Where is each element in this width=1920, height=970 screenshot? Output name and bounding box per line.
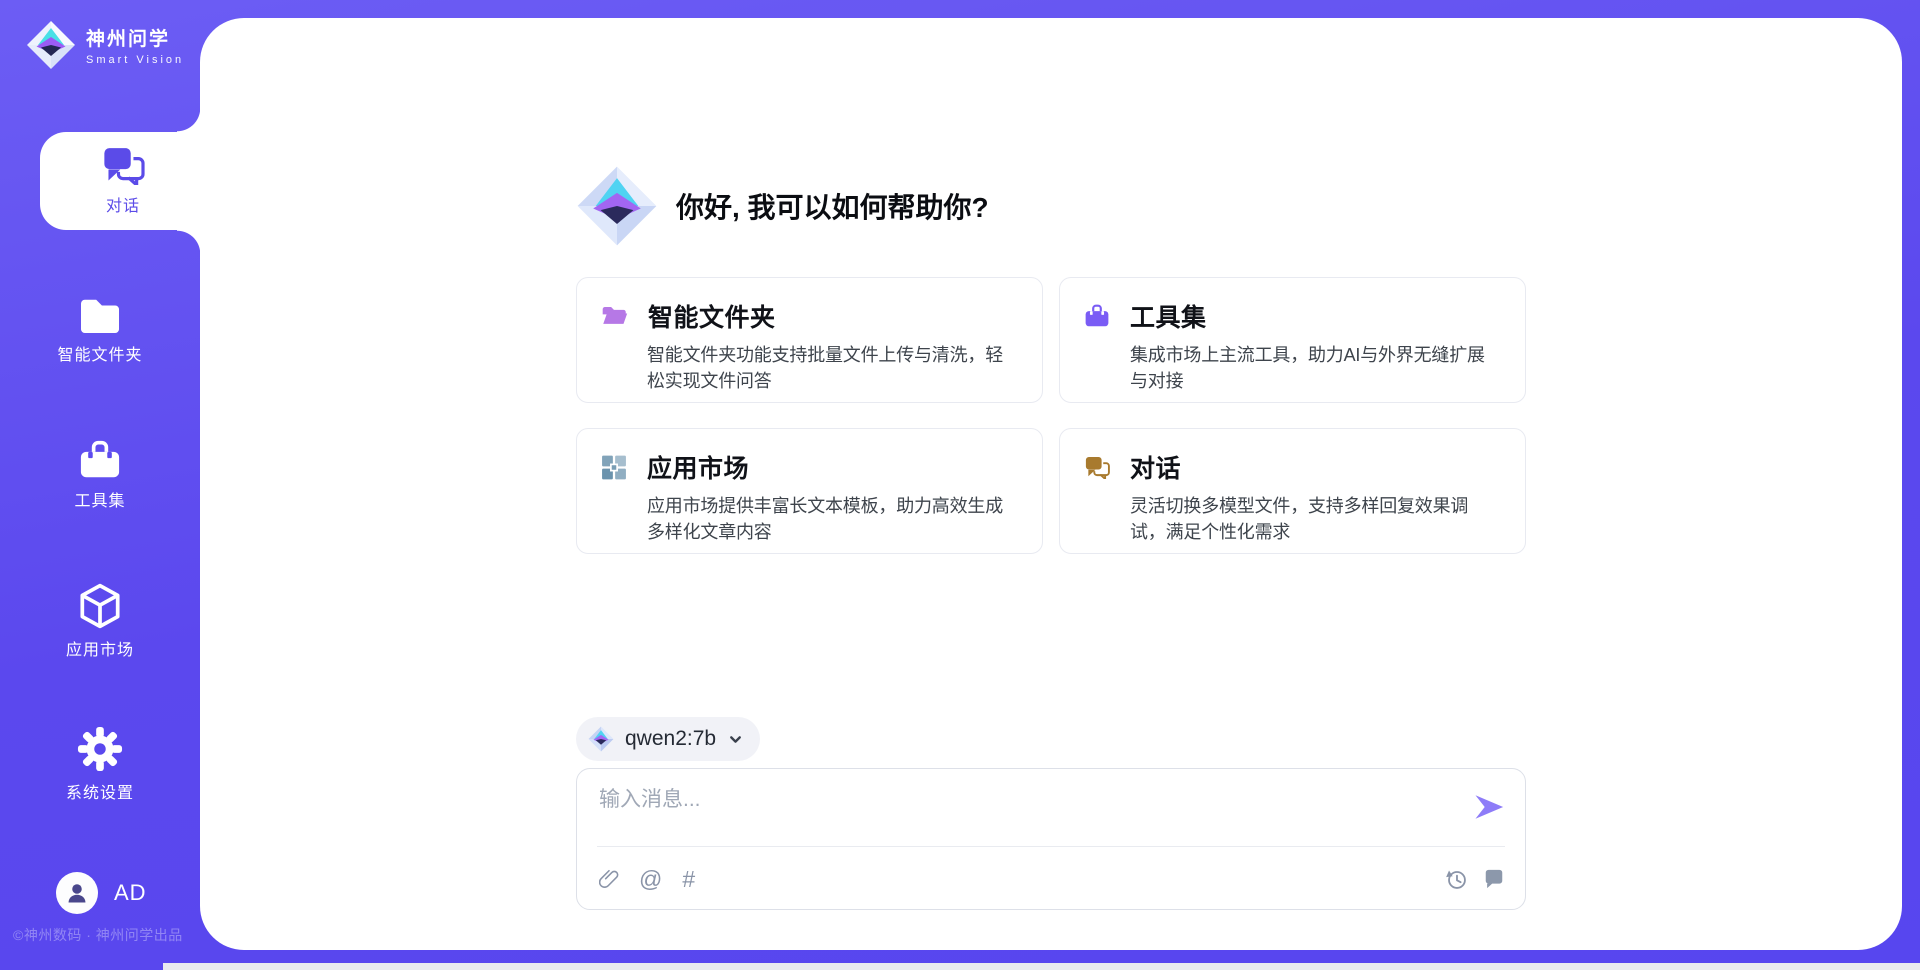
sidebar-item-label: 工具集 <box>0 487 200 511</box>
feedback-button[interactable] <box>1483 868 1505 890</box>
sidebar-item-settings[interactable]: 系统设置 <box>0 726 200 803</box>
history-button[interactable] <box>1445 868 1468 891</box>
active-tab-fillet-bottom <box>177 230 201 254</box>
active-tab-fillet-top <box>177 108 201 132</box>
user-avatar-icon <box>64 880 90 906</box>
sidebar-item-app-market[interactable]: 应用市场 <box>0 583 200 660</box>
greeting-block: 你好, 我可以如何帮助你? <box>576 18 1526 247</box>
sidebar-item-label: 智能文件夹 <box>0 341 200 365</box>
main-content: 你好, 我可以如何帮助你? 智能文件夹 智能文件夹功能支持批量文件上传与清洗，轻… <box>200 18 1902 950</box>
folder-icon <box>77 296 123 334</box>
app-logo: 神州问学 Smart Vision <box>26 20 184 70</box>
card-title: 智能文件夹 <box>648 298 776 334</box>
card-title: 对话 <box>1130 449 1181 485</box>
sidebar-footer-credit: ©神州数码 · 神州问学出品 <box>13 925 183 945</box>
diamond-logo-icon <box>588 726 614 752</box>
card-description: 智能文件夹功能支持批量文件上传与清洗，轻松实现文件问答 <box>647 342 1018 394</box>
card-description: 灵活切换多模型文件，支持多样回复效果调试，满足个性化需求 <box>1130 493 1501 545</box>
user-name: AD <box>114 880 147 906</box>
card-chat[interactable]: 对话 灵活切换多模型文件，支持多样回复效果调试，满足个性化需求 <box>1059 428 1526 554</box>
card-description: 应用市场提供丰富长文本模板，助力高效生成多样化文章内容 <box>647 493 1018 545</box>
mention-icon[interactable]: @ <box>639 868 662 891</box>
card-title: 应用市场 <box>647 449 749 485</box>
sidebar-item-label: 系统设置 <box>0 779 200 803</box>
send-button[interactable] <box>1473 792 1505 822</box>
model-name: qwen2:7b <box>625 727 716 751</box>
grid-cube-icon <box>601 455 627 480</box>
window-bottom-edge <box>163 963 1920 970</box>
cube-icon <box>78 583 122 629</box>
user-account[interactable]: AD <box>56 872 147 914</box>
brand-name: 神州问学 <box>86 24 184 51</box>
toolbox-icon <box>1084 304 1110 328</box>
attach-file-button[interactable] <box>599 868 619 891</box>
chat-icon <box>101 145 145 185</box>
diamond-logo-icon <box>26 20 76 70</box>
folder-open-icon <box>601 304 628 328</box>
diamond-logo-icon <box>576 165 658 247</box>
toolbox-icon <box>78 440 122 480</box>
sidebar-item-smart-folder[interactable]: 智能文件夹 <box>0 296 200 365</box>
brand-tagline: Smart Vision <box>86 54 184 66</box>
sidebar-item-toolset[interactable]: 工具集 <box>0 440 200 511</box>
sidebar-item-label: 应用市场 <box>0 636 200 660</box>
send-icon <box>1473 792 1505 822</box>
hash-icon[interactable]: # <box>682 868 695 891</box>
chevron-down-icon <box>727 731 744 748</box>
composer-divider <box>597 846 1505 847</box>
card-toolset[interactable]: 工具集 集成市场上主流工具，助力AI与外界无缝扩展与对接 <box>1059 277 1526 403</box>
chat-icon <box>1084 455 1110 479</box>
avatar <box>56 872 98 914</box>
card-description: 集成市场上主流工具，助力AI与外界无缝扩展与对接 <box>1130 342 1501 394</box>
feature-cards: 智能文件夹 智能文件夹功能支持批量文件上传与清洗，轻松实现文件问答 工具集 集成… <box>576 277 1526 554</box>
gear-icon <box>77 726 123 772</box>
sidebar-item-chat[interactable]: 对话 <box>40 132 206 230</box>
card-app-market[interactable]: 应用市场 应用市场提供丰富长文本模板，助力高效生成多样化文章内容 <box>576 428 1043 554</box>
greeting-title: 你好, 我可以如何帮助你? <box>676 186 989 226</box>
chat-composer: @ # <box>576 768 1526 910</box>
card-title: 工具集 <box>1130 298 1207 334</box>
feedback-icon <box>1483 868 1505 890</box>
paperclip-icon <box>599 868 619 891</box>
history-icon <box>1445 868 1468 891</box>
card-smart-folder[interactable]: 智能文件夹 智能文件夹功能支持批量文件上传与清洗，轻松实现文件问答 <box>576 277 1043 403</box>
model-selector[interactable]: qwen2:7b <box>576 717 760 761</box>
message-input[interactable] <box>599 783 1427 841</box>
sidebar-item-label: 对话 <box>40 192 206 216</box>
